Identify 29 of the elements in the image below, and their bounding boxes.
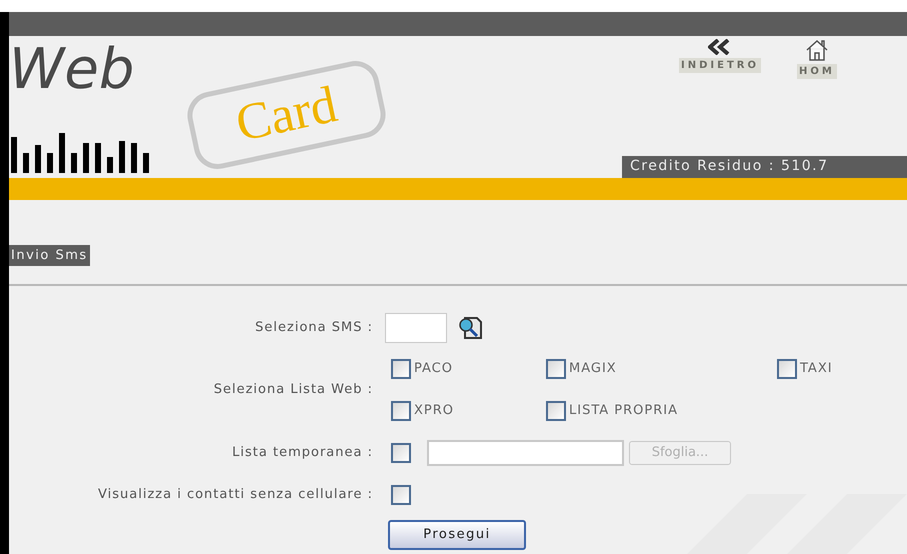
nav-link[interactable]: HOM bbox=[796, 64, 837, 79]
field-label: Seleziona Lista Web : bbox=[214, 382, 373, 398]
search-icon[interactable] bbox=[457, 316, 483, 340]
checkbox[interactable] bbox=[777, 359, 797, 379]
checkbox[interactable] bbox=[391, 359, 411, 379]
option-label: PACO bbox=[414, 360, 453, 378]
submit-button[interactable]: Prosegui bbox=[388, 520, 526, 550]
field-label: Visualizza i contatti senza cellulare : bbox=[98, 487, 373, 502]
house-icon bbox=[804, 38, 829, 61]
browse-button[interactable]: Sfoglia... bbox=[629, 441, 731, 465]
checkbox[interactable] bbox=[391, 401, 411, 421]
section-title: Invio Sms bbox=[9, 244, 90, 266]
checkbox[interactable] bbox=[546, 359, 566, 379]
file-input[interactable] bbox=[427, 440, 624, 466]
sms-input[interactable] bbox=[385, 313, 447, 343]
field-label: Lista temporanea : bbox=[232, 445, 373, 460]
option-label: MAGIX bbox=[569, 360, 617, 378]
option-label: TAXI bbox=[800, 360, 833, 378]
option-label: LISTA PROPRIA bbox=[569, 402, 678, 420]
nav-link[interactable]: INDIETRO bbox=[679, 58, 761, 73]
checkbox[interactable] bbox=[391, 443, 411, 463]
logo-text: Card bbox=[232, 78, 342, 151]
double-chevron-icon bbox=[708, 38, 732, 55]
logo-text: Web bbox=[9, 42, 134, 98]
field-label: Seleziona SMS : bbox=[255, 320, 373, 336]
checkbox[interactable] bbox=[546, 401, 566, 421]
checkbox[interactable] bbox=[391, 485, 411, 505]
credit-balance: Credito Residuo : 510.7 bbox=[622, 156, 907, 178]
option-label: XPRO bbox=[414, 402, 454, 420]
